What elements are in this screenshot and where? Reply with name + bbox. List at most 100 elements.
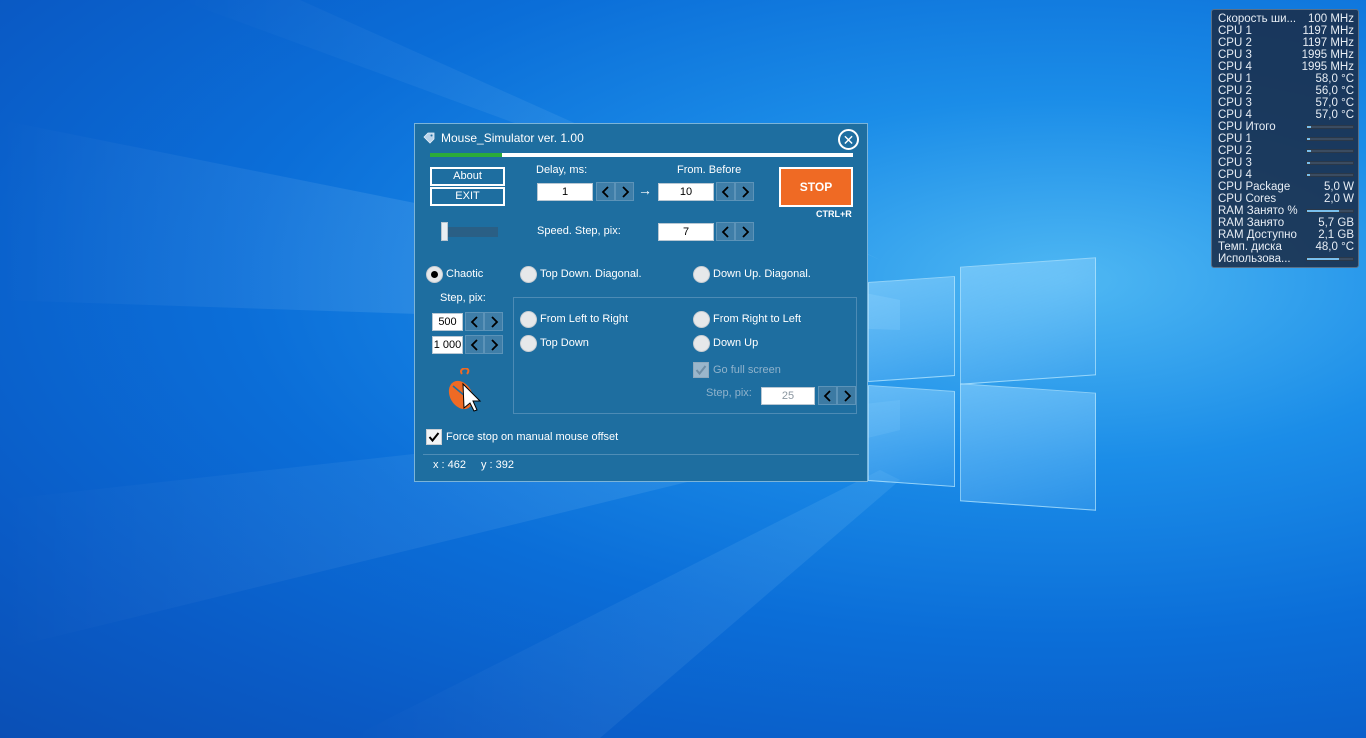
chaotic-label: Chaotic xyxy=(446,268,484,280)
delay-to-decrease-button[interactable] xyxy=(716,182,735,201)
delay-to-increase-button[interactable] xyxy=(735,182,754,201)
force-stop-checkbox[interactable] xyxy=(426,429,442,445)
speed-step-increase-button[interactable] xyxy=(735,222,754,241)
gadget-row-bar-fill xyxy=(1307,138,1310,140)
chevron-right-icon xyxy=(843,389,851,402)
chevron-left-icon xyxy=(721,225,729,238)
step-min-increase-button[interactable] xyxy=(484,312,503,331)
gadget-row: CPU Package 5,0 W xyxy=(1218,181,1354,193)
step-min-decrease-button[interactable] xyxy=(465,312,484,331)
full-step-input[interactable]: 25 xyxy=(761,387,815,405)
gadget-row-label: RAM Доступно xyxy=(1218,229,1297,241)
gadget-row-label: Скорость ши... xyxy=(1218,13,1297,25)
down-up-radio[interactable] xyxy=(693,335,710,352)
gadget-row-value: 2,0 W xyxy=(1323,193,1354,205)
down-up-diagonal-radio[interactable] xyxy=(693,266,710,283)
chevron-left-icon xyxy=(470,315,478,328)
delay-to-input[interactable]: 10 xyxy=(658,183,714,201)
speed-step-input[interactable]: 7 xyxy=(658,223,714,241)
stop-shortcut-label: CTRL+R xyxy=(816,209,852,219)
step-pix-label: Step, pix: xyxy=(440,292,486,304)
mouse-icon xyxy=(448,368,482,412)
close-icon: ✕ xyxy=(842,131,855,148)
step-max-decrease-button[interactable] xyxy=(465,335,484,354)
gadget-row-label: CPU 2 xyxy=(1218,145,1252,157)
chevron-right-icon xyxy=(741,185,749,198)
gadget-row-label: CPU 3 xyxy=(1218,157,1252,169)
chevron-right-icon xyxy=(621,185,629,198)
top-down-diagonal-label: Top Down. Diagonal. xyxy=(540,268,642,280)
gadget-row-bar xyxy=(1306,257,1354,261)
gadget-row: CPU 4 1995 MHz xyxy=(1218,61,1354,73)
gadget-row: Скорость ши... 100 MHz xyxy=(1218,13,1354,25)
speed-slider-track[interactable] xyxy=(441,227,498,237)
speed-slider-thumb[interactable] xyxy=(441,222,448,241)
gadget-row-bar-fill xyxy=(1307,150,1311,152)
close-button[interactable]: ✕ xyxy=(838,129,859,150)
gadget-row-value: 2,1 GB xyxy=(1318,229,1354,241)
gadget-row: CPU 1 1197 MHz xyxy=(1218,25,1354,37)
exit-button[interactable]: EXIT xyxy=(430,187,505,206)
gadget-row-label: CPU 2 xyxy=(1218,85,1252,97)
gadget-row-bar xyxy=(1306,125,1354,129)
step-max-increase-button[interactable] xyxy=(484,335,503,354)
gadget-row: RAM Занято 5,7 GB xyxy=(1218,217,1354,229)
checkmark-icon xyxy=(428,432,440,443)
gadget-row: CPU 4 xyxy=(1218,169,1354,181)
full-step-decrease-button[interactable] xyxy=(818,386,837,405)
top-down-diagonal-radio[interactable] xyxy=(520,266,537,283)
gadget-row-bar-fill xyxy=(1307,174,1310,176)
right-to-left-radio[interactable] xyxy=(693,311,710,328)
gadget-row-value: 100 MHz xyxy=(1307,13,1354,25)
gadget-row-bar-fill xyxy=(1307,126,1311,128)
gadget-row: CPU 2 1197 MHz xyxy=(1218,37,1354,49)
title-bar: Mouse_Simulator ver. 1.00 xyxy=(423,131,584,145)
stop-button[interactable]: STOP xyxy=(779,167,853,207)
gadget-row-label: CPU Package xyxy=(1218,181,1291,193)
arrow-right-icon: → xyxy=(638,182,652,198)
gadget-row: CPU 1 xyxy=(1218,133,1354,145)
top-down-radio[interactable] xyxy=(520,335,537,352)
chaotic-radio[interactable] xyxy=(426,266,443,283)
windows-logo-pane xyxy=(868,384,955,488)
mouse-simulator-window[interactable]: Mouse_Simulator ver. 1.00 ✕ About EXIT D… xyxy=(414,123,868,482)
delay-from-increase-button[interactable] xyxy=(615,182,634,201)
gadget-row-value: 58,0 °C xyxy=(1315,73,1354,85)
gadget-row-value: 48,0 °C xyxy=(1315,241,1354,253)
speed-step-decrease-button[interactable] xyxy=(716,222,735,241)
chevron-left-icon xyxy=(823,389,831,402)
speed-step-label: Speed. Step, pix: xyxy=(537,225,621,237)
sensor-gadget[interactable]: Скорость ши... 100 MHz CPU 1 1197 MHz CPU 2 1… xyxy=(1211,9,1359,268)
delay-from-input[interactable]: 1 xyxy=(537,183,593,201)
gadget-row-label: RAM Занято xyxy=(1218,217,1285,229)
coord-y: y : 392 xyxy=(481,459,515,471)
gadget-row-label: CPU 2 xyxy=(1218,37,1252,49)
gadget-row-value: 1197 MHz xyxy=(1302,25,1354,37)
right-to-left-label: From Right to Left xyxy=(713,313,802,325)
gadget-row: CPU Итого xyxy=(1218,121,1354,133)
gadget-row-bar xyxy=(1306,137,1354,141)
window-title: Mouse_Simulator ver. 1.00 xyxy=(441,131,584,145)
step-max-input[interactable]: 1 000 xyxy=(432,336,463,354)
gadget-row: CPU 3 xyxy=(1218,157,1354,169)
gadget-row-label: Темп. диска xyxy=(1218,241,1282,253)
chevron-right-icon xyxy=(490,338,498,351)
full-step-increase-button[interactable] xyxy=(837,386,856,405)
go-full-screen-checkbox[interactable] xyxy=(693,362,709,378)
gadget-row: CPU 2 56,0 °C xyxy=(1218,85,1354,97)
progress-bar xyxy=(430,153,853,157)
delay-from-decrease-button[interactable] xyxy=(596,182,615,201)
gadget-row-value: 1197 MHz xyxy=(1302,37,1354,49)
step-min-input[interactable]: 500 xyxy=(432,313,463,331)
gadget-row-value: 57,0 °C xyxy=(1315,109,1354,121)
gadget-row-label: RAM Занято % xyxy=(1218,205,1298,217)
gadget-row: Темп. диска 48,0 °C xyxy=(1218,241,1354,253)
about-button[interactable]: About xyxy=(430,167,505,186)
gadget-row-value: 5,0 W xyxy=(1323,181,1354,193)
left-to-right-radio[interactable] xyxy=(520,311,537,328)
gadget-row-label: Использова... xyxy=(1218,253,1291,265)
chevron-left-icon xyxy=(721,185,729,198)
from-before-label: From. Before xyxy=(677,164,742,176)
gadget-row: CPU 4 57,0 °C xyxy=(1218,109,1354,121)
gadget-row-bar-fill xyxy=(1307,210,1340,212)
